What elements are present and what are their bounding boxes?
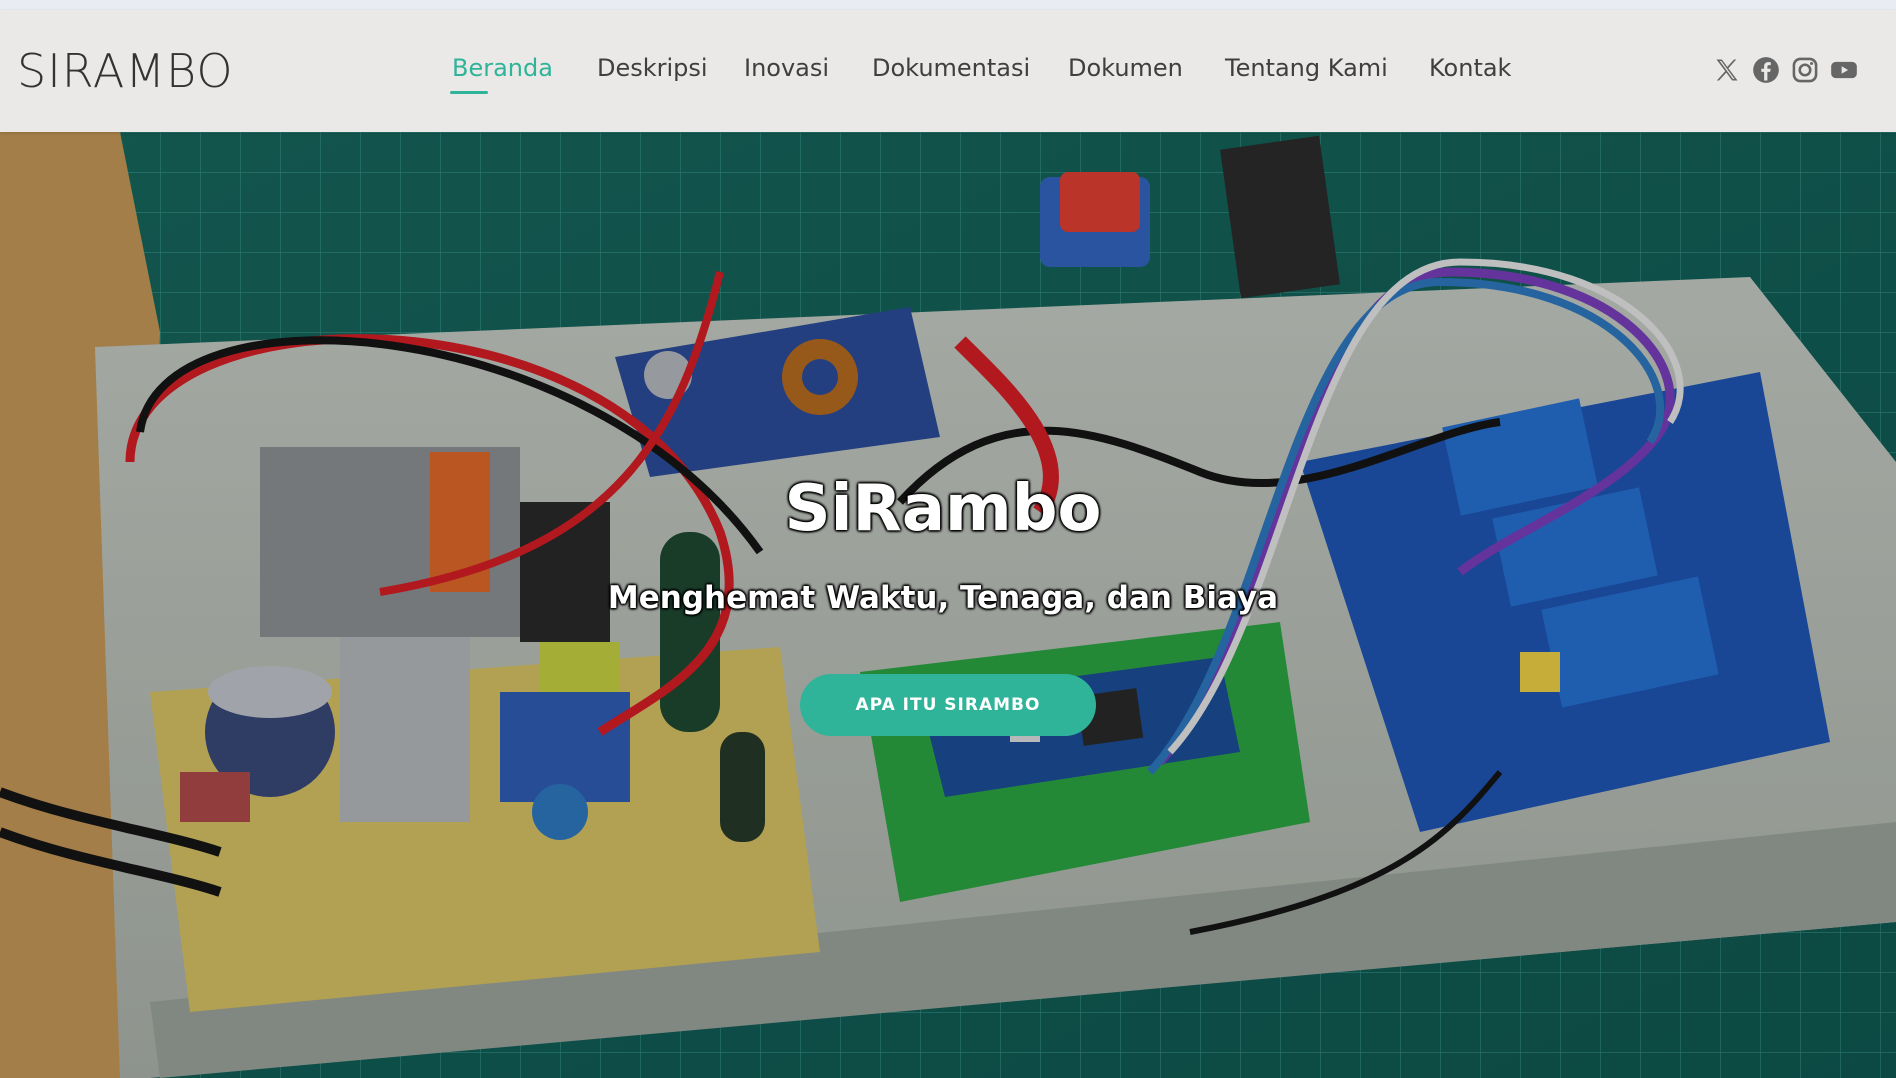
hero-section: SiRambo Menghemat Waktu, Tenaga, dan Bia… (0, 132, 1896, 1078)
hero-subtitle: Menghemat Waktu, Tenaga, dan Biaya (607, 580, 1279, 616)
nav-item-label: Inovasi (744, 54, 830, 82)
nav-item-label: Kontak (1429, 54, 1512, 82)
nav-item-tentang-kami[interactable]: Tentang Kami (1225, 54, 1388, 82)
nav-item-label: Deskripsi (597, 54, 708, 82)
x-twitter-icon[interactable] (1713, 56, 1741, 84)
nav-item-deskripsi[interactable]: Deskripsi (597, 54, 708, 82)
youtube-icon[interactable] (1830, 56, 1858, 84)
nav-item-dokumentasi[interactable]: Dokumentasi (872, 54, 1030, 82)
nav-item-label: Tentang Kami (1225, 54, 1388, 82)
nav-item-label: Dokumentasi (872, 54, 1031, 82)
site-header: SIRAMBO Beranda Deskripsi Inovasi Dokume… (0, 10, 1896, 132)
nav-item-label: Dokumen (1068, 54, 1183, 82)
instagram-icon[interactable] (1791, 56, 1819, 84)
facebook-icon[interactable] (1752, 56, 1780, 84)
what-is-sirambo-button[interactable]: APA ITU SIRAMBO (800, 674, 1096, 736)
active-nav-underline (450, 91, 488, 94)
nav-item-dokumen[interactable]: Dokumen (1068, 54, 1183, 82)
nav-item-kontak[interactable]: Kontak (1429, 54, 1511, 82)
nav-item-inovasi[interactable]: Inovasi (744, 54, 829, 82)
nav-item-label: Beranda (452, 54, 553, 82)
hero-title: SiRambo (784, 472, 1102, 546)
main-nav: Beranda Deskripsi Inovasi Dokumentasi Do… (0, 10, 1896, 132)
nav-item-beranda[interactable]: Beranda (450, 54, 553, 94)
